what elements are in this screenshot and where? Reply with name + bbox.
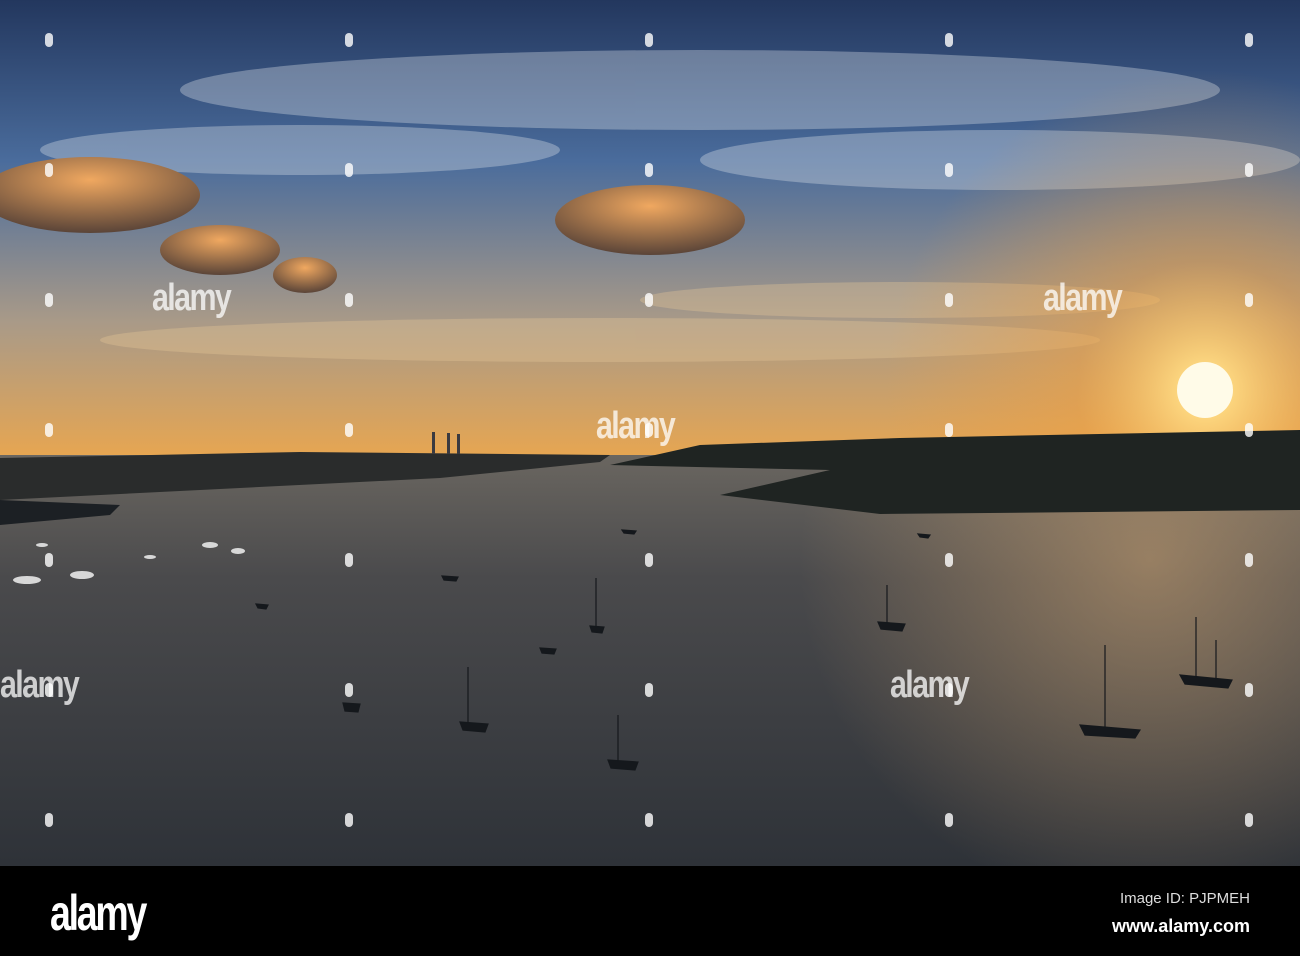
watermark-dot <box>45 163 53 177</box>
watermark-dot <box>1245 33 1253 47</box>
watermark-dot <box>45 293 53 307</box>
watermark-dot <box>345 293 353 307</box>
watermark-dot <box>345 423 353 437</box>
watermark: alamy <box>596 405 676 447</box>
watermark-dot <box>1245 163 1253 177</box>
watermark-dot <box>945 163 953 177</box>
watermark-dot <box>645 683 653 697</box>
watermark-dot <box>945 33 953 47</box>
watermark-dot <box>345 553 353 567</box>
watermark-dot <box>645 293 653 307</box>
watermark-dot <box>345 813 353 827</box>
watermark-dot <box>945 683 953 697</box>
watermark-dot <box>1245 293 1253 307</box>
photo: alamy alamy alamy alamy alamy <box>0 0 1300 866</box>
watermark-dot <box>645 423 653 437</box>
watermark: alamy <box>1043 277 1123 319</box>
watermark-dot <box>1245 683 1253 697</box>
watermark-dot <box>345 163 353 177</box>
watermark-dot <box>645 163 653 177</box>
image-id: Image ID: PJPMEH <box>1119 890 1250 907</box>
watermark-dot <box>645 813 653 827</box>
alamy-logo: alamy <box>50 885 147 941</box>
watermark: alamy <box>152 277 232 319</box>
watermark-dot <box>1245 423 1253 437</box>
watermark-dot <box>945 423 953 437</box>
site-url: www.alamy.com <box>1111 916 1250 936</box>
watermark-dot <box>45 33 53 47</box>
watermark-dot <box>645 553 653 567</box>
watermark: alamy <box>0 664 80 706</box>
watermark-dot <box>945 553 953 567</box>
watermark-dot <box>45 423 53 437</box>
watermark-dot <box>1245 553 1253 567</box>
watermark-dot <box>945 293 953 307</box>
watermark-dot <box>45 553 53 567</box>
watermark: alamy <box>890 664 970 706</box>
footer-bar: alamy Image ID: PJPMEH www.alamy.com <box>0 866 1300 956</box>
watermark-dot <box>345 683 353 697</box>
watermark-dot <box>45 813 53 827</box>
sun <box>1177 362 1233 418</box>
watermark-dot <box>345 33 353 47</box>
watermark-dot <box>45 683 53 697</box>
watermark-dot <box>1245 813 1253 827</box>
watermark-dot <box>645 33 653 47</box>
watermark-dot <box>945 813 953 827</box>
